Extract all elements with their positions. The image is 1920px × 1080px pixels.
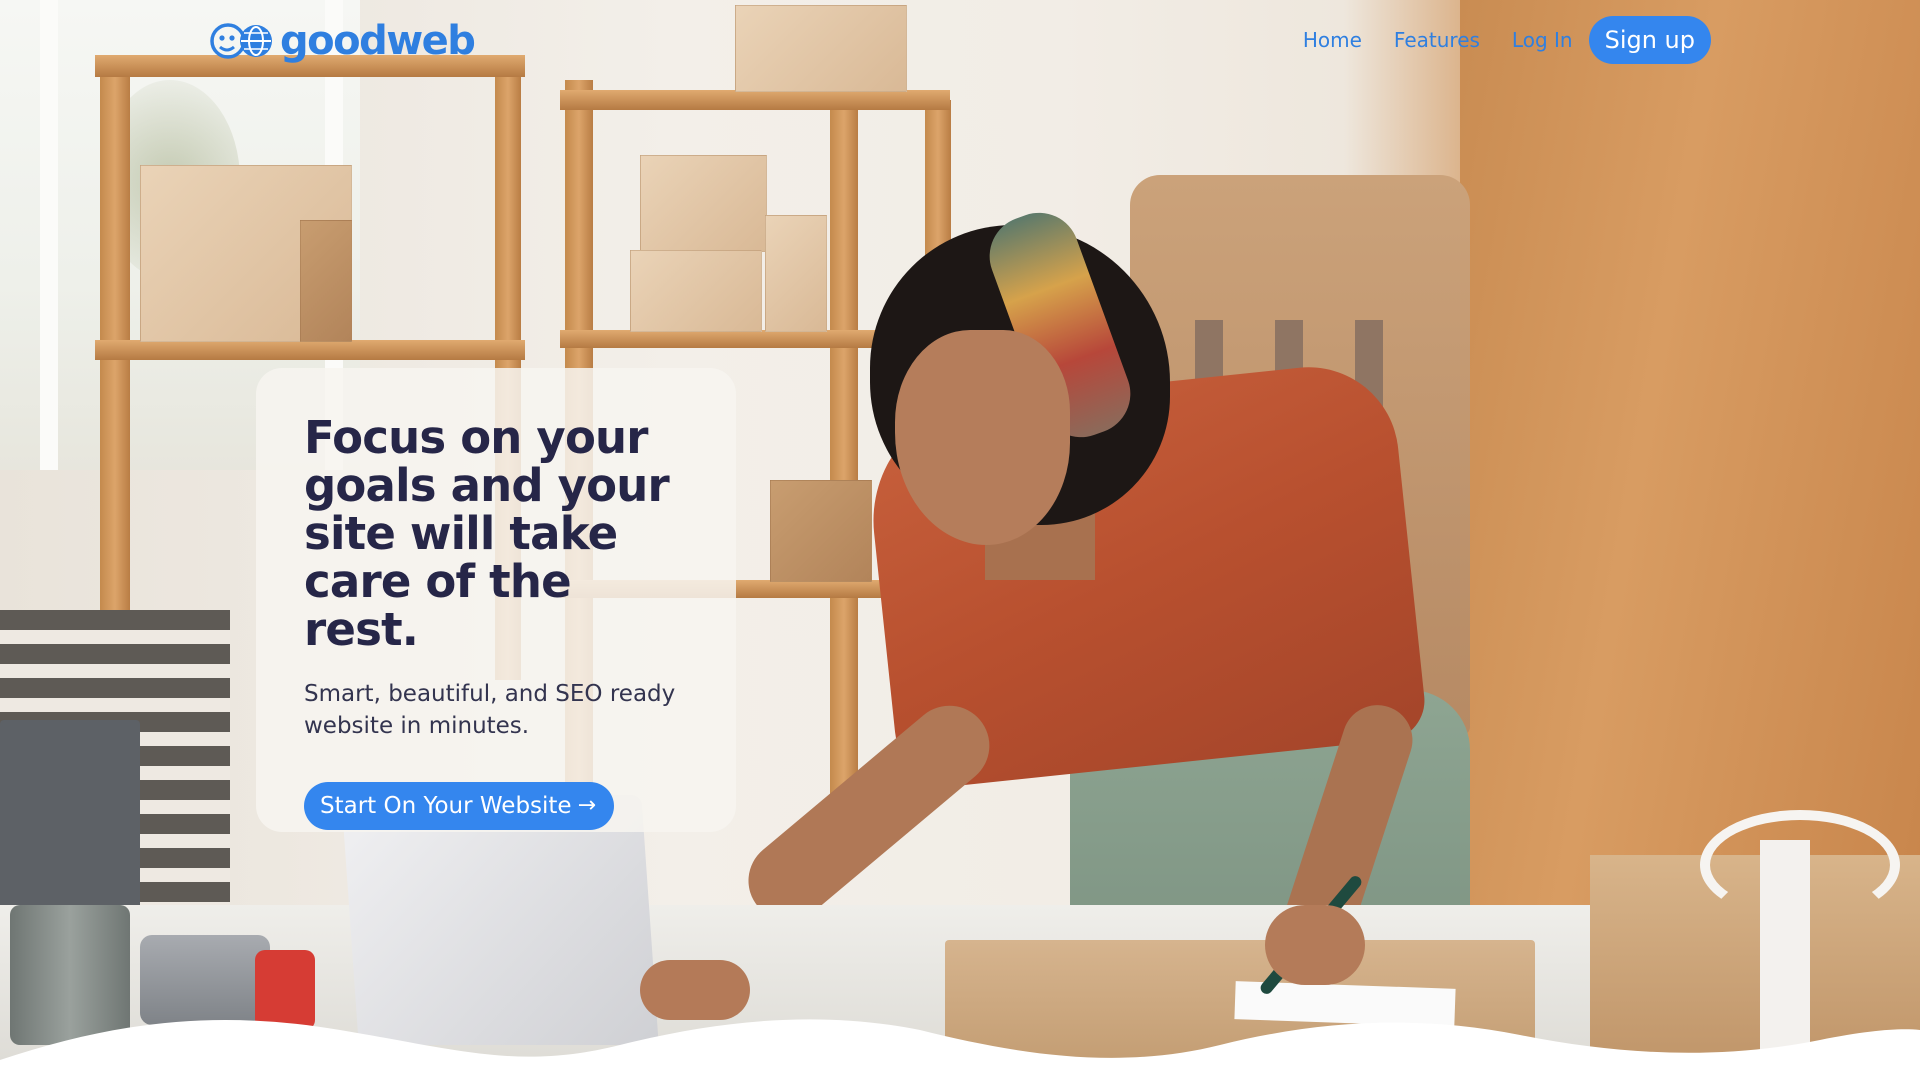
box <box>630 250 762 332</box>
logo[interactable]: goodweb <box>210 18 476 64</box>
person-hand <box>1265 905 1365 985</box>
nav-link-login[interactable]: Log In <box>1512 28 1573 52</box>
shelf-board <box>95 340 525 360</box>
hero-subtitle: Smart, beautiful, and SEO ready website … <box>304 681 676 739</box>
landing-page: goodweb Home Features Log In Sign up Foc… <box>0 0 1920 1080</box>
shelf-post <box>830 80 858 860</box>
logo-wordmark: goodweb <box>280 18 476 64</box>
hero-card: Focus on your goals and your site will t… <box>256 368 736 832</box>
face-globe-icon <box>210 23 272 59</box>
gift-bow <box>1700 810 1900 920</box>
start-website-button[interactable]: Start On Your Website → <box>304 782 615 830</box>
shelf-board <box>560 90 950 110</box>
bin <box>0 720 140 920</box>
start-website-button-label: Start On Your Website <box>320 793 572 819</box>
nav-link-home[interactable]: Home <box>1303 28 1362 52</box>
hero-title: Focus on your goals and your site will t… <box>304 411 670 656</box>
nav-link-features[interactable]: Features <box>1394 28 1480 52</box>
box <box>300 220 352 342</box>
box <box>640 155 767 252</box>
signup-button[interactable]: Sign up <box>1588 16 1711 64</box>
top-nav: goodweb Home Features Log In Sign up <box>0 0 1920 80</box>
box <box>770 480 872 582</box>
nav-links: Home Features Log In Sign up <box>1303 16 1711 64</box>
arrow-right-icon: → <box>577 793 597 818</box>
bottom-wave <box>0 1019 1920 1080</box>
box <box>765 215 827 332</box>
